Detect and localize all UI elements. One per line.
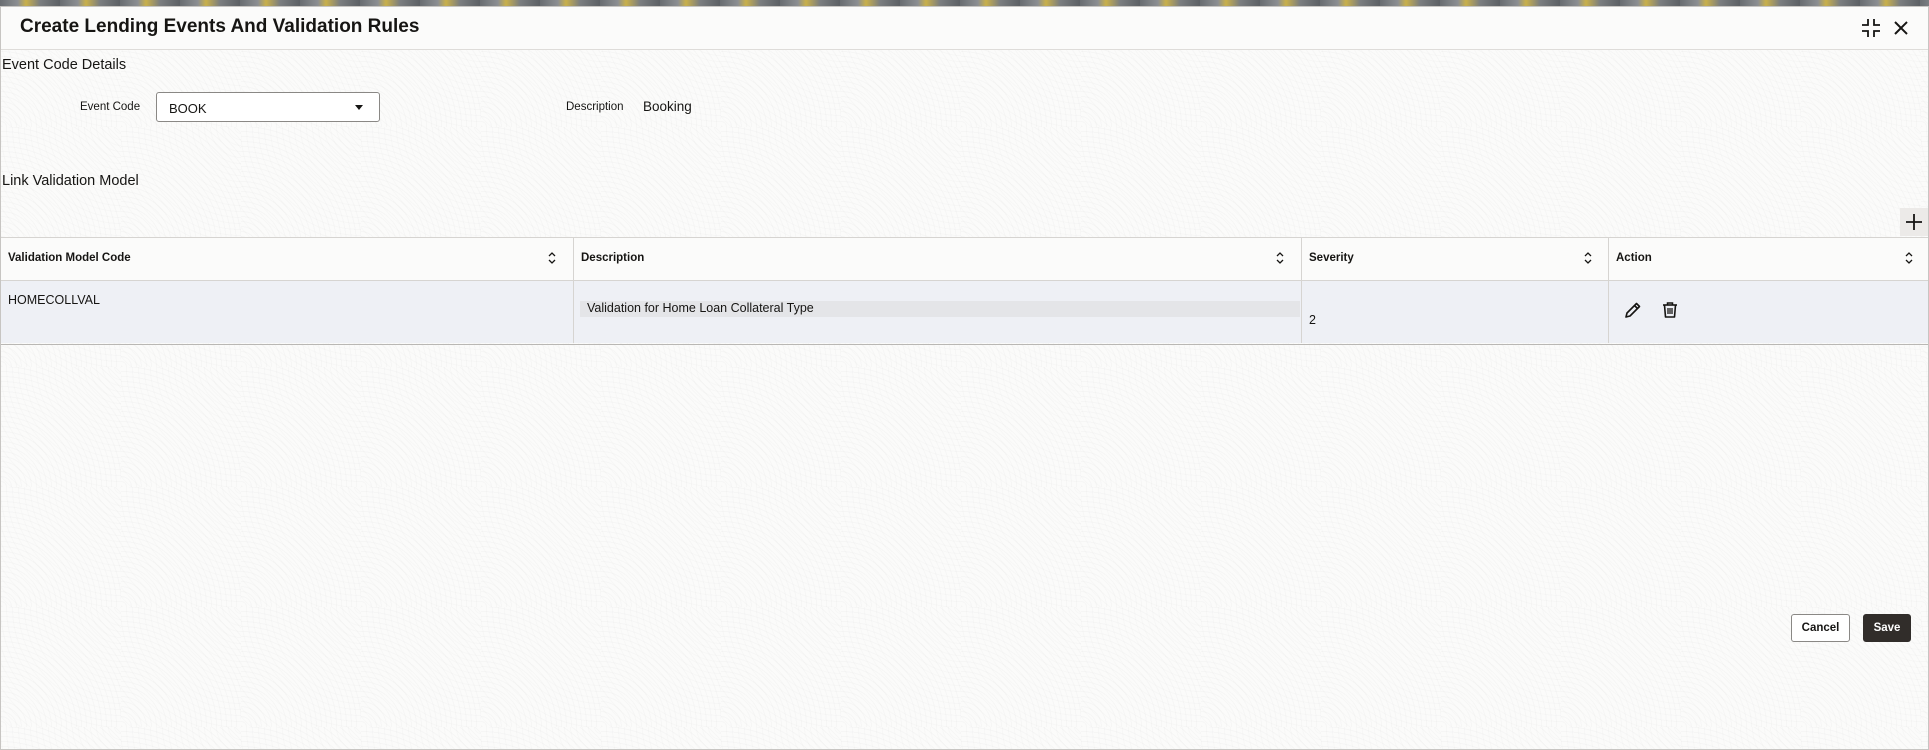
cancel-button[interactable]: Cancel [1791, 614, 1850, 642]
column-header-action[interactable]: Action [1609, 238, 1928, 280]
validation-model-code-value: HOMECOLLVAL [8, 293, 100, 307]
table-header-row: Validation Model Code Description Severi… [1, 238, 1928, 281]
description-label: Description [566, 101, 624, 113]
close-icon[interactable] [1890, 17, 1912, 39]
column-header-severity[interactable]: Severity [1302, 238, 1609, 280]
pencil-icon[interactable] [1623, 300, 1643, 320]
severity-value: 2 [1309, 313, 1316, 327]
sort-icon[interactable] [547, 251, 557, 265]
description-value: Booking [643, 99, 692, 114]
column-header-label: Severity [1309, 252, 1354, 264]
event-code-select[interactable]: BOOK [156, 92, 380, 122]
cell-action [1609, 281, 1928, 343]
collapse-icon[interactable] [1860, 17, 1882, 39]
save-button[interactable]: Save [1863, 614, 1911, 642]
column-header-label: Validation Model Code [8, 252, 131, 264]
link-validation-model-heading: Link Validation Model [2, 173, 139, 189]
event-code-label: Event Code [80, 101, 141, 113]
chevron-down-icon [355, 105, 363, 110]
column-header-validation-model-code[interactable]: Validation Model Code [1, 238, 574, 280]
sort-icon[interactable] [1275, 251, 1285, 265]
event-code-details-heading: Event Code Details [2, 57, 127, 73]
sort-icon[interactable] [1904, 251, 1914, 265]
add-row-button[interactable] [1900, 208, 1928, 236]
dialog-title: Create Lending Events And Validation Rul… [20, 16, 420, 37]
create-lending-events-dialog: Create Lending Events And Validation Rul… [0, 6, 1929, 750]
column-header-label: Action [1616, 252, 1652, 264]
column-header-description[interactable]: Description [574, 238, 1302, 280]
trash-icon[interactable] [1660, 300, 1680, 320]
column-header-label: Description [581, 252, 645, 264]
dialog-header: Create Lending Events And Validation Rul… [1, 7, 1928, 50]
cell-description: Validation for Home Loan Collateral Type [574, 281, 1302, 343]
plus-icon [1906, 214, 1922, 230]
row-description-value: Validation for Home Loan Collateral Type [587, 301, 814, 315]
cell-severity: 2 [1302, 281, 1609, 343]
cell-validation-model-code: HOMECOLLVAL [1, 281, 574, 343]
sort-icon[interactable] [1583, 251, 1593, 265]
event-code-select-value: BOOK [169, 101, 207, 116]
table-row[interactable]: HOMECOLLVAL Validation for Home Loan Col… [1, 281, 1928, 343]
validation-model-table: Validation Model Code Description Severi… [1, 237, 1928, 345]
